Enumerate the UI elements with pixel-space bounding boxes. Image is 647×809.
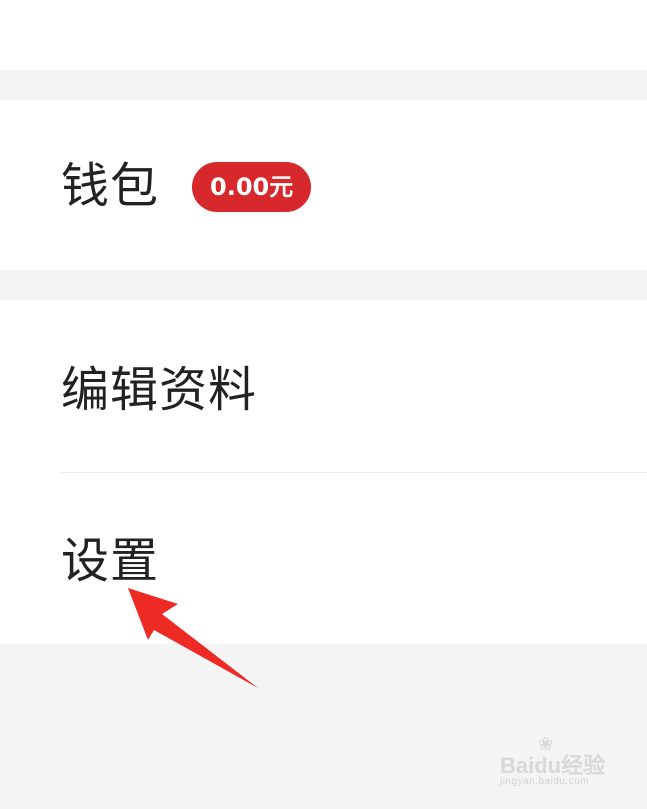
watermark-url: jingyan.baidu.com	[500, 776, 590, 787]
watermark: ❀ Baidu经验 jingyan.baidu.com	[500, 734, 625, 793]
arrow-pointer-icon	[128, 588, 258, 688]
